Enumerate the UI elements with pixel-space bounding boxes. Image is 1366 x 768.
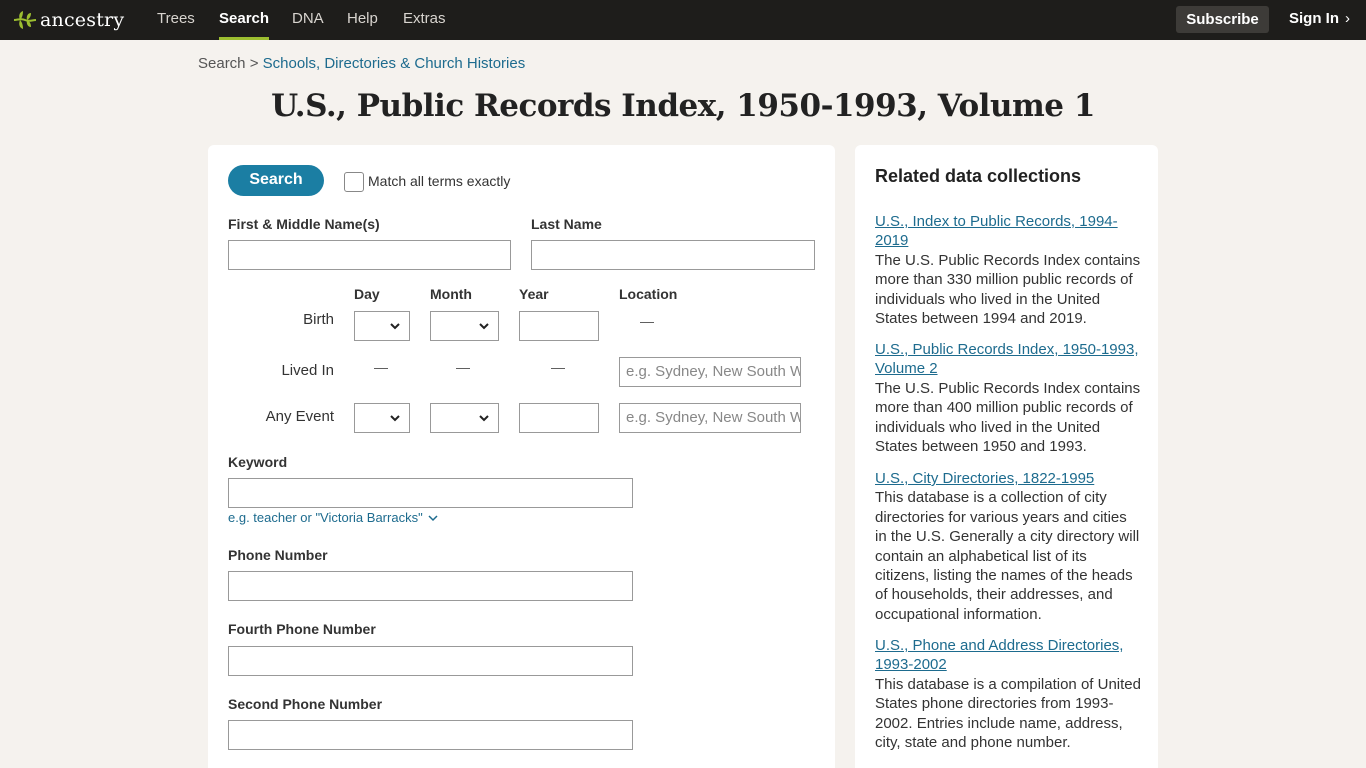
nav-search[interactable]: Search <box>219 0 270 40</box>
keyword-hint[interactable]: e.g. teacher or "Victoria Barracks" <box>228 510 438 525</box>
chevron-down-icon <box>479 415 489 422</box>
col-location-label: Location <box>619 286 678 302</box>
search-form-panel: Search Match all terms exactly First & M… <box>208 145 835 768</box>
nav-trees[interactable]: Trees <box>157 0 195 40</box>
related-description: This database is a compilation of United… <box>875 675 1141 752</box>
related-item: U.S., Public Records Index, 1950-1993, V… <box>875 340 1141 456</box>
col-year-label: Year <box>519 286 549 302</box>
chevron-right-icon: › <box>1345 10 1350 27</box>
keyword-input[interactable] <box>228 478 633 508</box>
col-month-label: Month <box>430 286 472 302</box>
keyword-label: Keyword <box>228 454 288 470</box>
related-link[interactable]: U.S., Public Records Index, 1950-1993, V… <box>875 340 1141 379</box>
phone-number-label: Phone Number <box>228 547 328 563</box>
nav-extras[interactable]: Extras <box>403 0 446 40</box>
fourth-phone-input[interactable] <box>228 646 633 676</box>
second-phone-input[interactable] <box>228 720 633 750</box>
leaf-icon <box>13 11 37 29</box>
related-collections-panel: Related data collections U.S., Index to … <box>855 145 1158 768</box>
related-description: The U.S. Public Records Index contains m… <box>875 379 1141 456</box>
any-event-day-select[interactable] <box>354 403 410 433</box>
subscribe-button[interactable]: Subscribe <box>1176 6 1269 33</box>
related-item: U.S., City Directories, 1822-1995 This d… <box>875 469 1141 624</box>
last-name-input[interactable] <box>531 240 815 270</box>
chevron-down-icon <box>428 515 438 522</box>
match-exact-checkbox[interactable] <box>344 172 364 192</box>
breadcrumb-root[interactable]: Search <box>198 55 246 72</box>
any-event-row-label: Any Event <box>265 408 334 425</box>
any-event-month-select[interactable] <box>430 403 499 433</box>
related-item: U.S., Index to Public Records, 1994-2019… <box>875 212 1141 328</box>
sign-in-label: Sign In <box>1289 10 1339 27</box>
match-exact-label: Match all terms exactly <box>368 173 511 189</box>
birth-year-input[interactable] <box>519 311 599 341</box>
chevron-down-icon <box>390 415 400 422</box>
chevron-down-icon <box>479 323 489 330</box>
ancestry-logo[interactable]: ancestry <box>12 7 124 33</box>
search-button[interactable]: Search <box>228 165 324 196</box>
breadcrumb-separator: > <box>249 55 259 72</box>
lived-in-row-label: Lived In <box>281 362 334 379</box>
top-navigation: ancestry Trees Search DNA Help Extras Su… <box>0 0 1366 40</box>
related-title: Related data collections <box>875 166 1082 186</box>
related-item: U.S., Phone and Address Directories, 199… <box>875 636 1141 752</box>
first-name-label: First & Middle Name(s) <box>228 216 380 232</box>
fourth-phone-label: Fourth Phone Number <box>228 621 376 637</box>
any-event-location-placeholder: e.g. Sydney, New South Wales <box>626 409 800 426</box>
lived-in-location-input[interactable]: e.g. Sydney, New South Wales <box>619 357 801 387</box>
breadcrumb-link[interactable]: Schools, Directories & Church Histories <box>263 55 526 72</box>
related-link[interactable]: U.S., City Directories, 1822-1995 <box>875 469 1141 488</box>
second-phone-label: Second Phone Number <box>228 696 383 712</box>
nav-help[interactable]: Help <box>347 0 378 40</box>
breadcrumb: Search > Schools, Directories & Church H… <box>198 55 525 72</box>
related-link[interactable]: U.S., Phone and Address Directories, 199… <box>875 636 1141 675</box>
any-event-location-input[interactable]: e.g. Sydney, New South Wales <box>619 403 801 433</box>
phone-number-input[interactable] <box>228 571 633 601</box>
page-title: U.S., Public Records Index, 1950-1993, V… <box>271 88 1095 124</box>
nav-dna[interactable]: DNA <box>292 0 324 40</box>
col-day-label: Day <box>354 286 380 302</box>
birth-row-label: Birth <box>303 311 334 328</box>
logo-text: ancestry <box>40 9 125 31</box>
any-event-year-input[interactable] <box>519 403 599 433</box>
last-name-label: Last Name <box>531 216 602 232</box>
first-name-input[interactable] <box>228 240 511 270</box>
related-description: The U.S. Public Records Index contains m… <box>875 251 1141 328</box>
keyword-hint-text: e.g. teacher or "Victoria Barracks" <box>228 510 423 525</box>
lived-in-day-dash: — <box>374 359 388 375</box>
lived-in-location-placeholder: e.g. Sydney, New South Wales <box>626 363 800 380</box>
chevron-down-icon <box>390 323 400 330</box>
birth-month-select[interactable] <box>430 311 499 341</box>
lived-in-month-dash: — <box>456 359 470 375</box>
birth-day-select[interactable] <box>354 311 410 341</box>
related-link[interactable]: U.S., Index to Public Records, 1994-2019 <box>875 212 1141 251</box>
lived-in-year-dash: — <box>551 359 565 375</box>
sign-in-link[interactable]: Sign In › <box>1289 0 1350 40</box>
birth-location-dash: — <box>640 313 654 329</box>
related-description: This database is a collection of city di… <box>875 489 1140 623</box>
